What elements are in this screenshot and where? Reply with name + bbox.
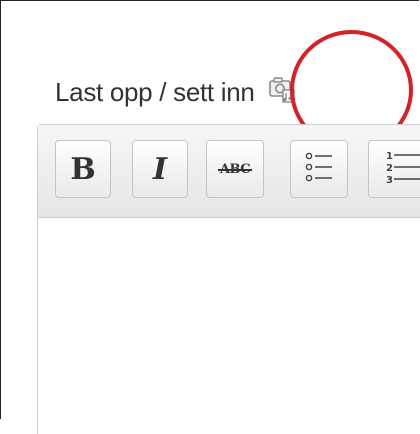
italic-button[interactable]: I <box>132 140 188 198</box>
bullet-list-button[interactable] <box>290 140 348 198</box>
formatting-toolbar: B I ABC 1 2 <box>38 125 420 218</box>
numbered-list-number: 3 <box>386 175 393 185</box>
upload-insert-link[interactable]: Last opp / sett inn <box>55 77 255 108</box>
italic-icon: I <box>153 152 167 187</box>
bold-button[interactable]: B <box>55 140 111 198</box>
upload-insert-row: Last opp / sett inn <box>55 77 297 108</box>
text-editor: B I ABC 1 2 <box>37 124 420 434</box>
numbered-list-number: 2 <box>386 163 393 174</box>
numbered-list-number: 1 <box>386 151 393 162</box>
numbered-list-button[interactable]: 1 2 3 <box>368 140 420 198</box>
numbered-list-icon: 1 2 3 <box>384 149 420 190</box>
bullet-list-icon <box>304 150 334 189</box>
editor-content-area[interactable] <box>38 218 420 434</box>
bold-icon: B <box>70 152 95 187</box>
strikethrough-icon: ABC <box>220 162 250 177</box>
media-upload-icon[interactable] <box>267 76 297 106</box>
strikethrough-button[interactable]: ABC <box>206 140 264 198</box>
